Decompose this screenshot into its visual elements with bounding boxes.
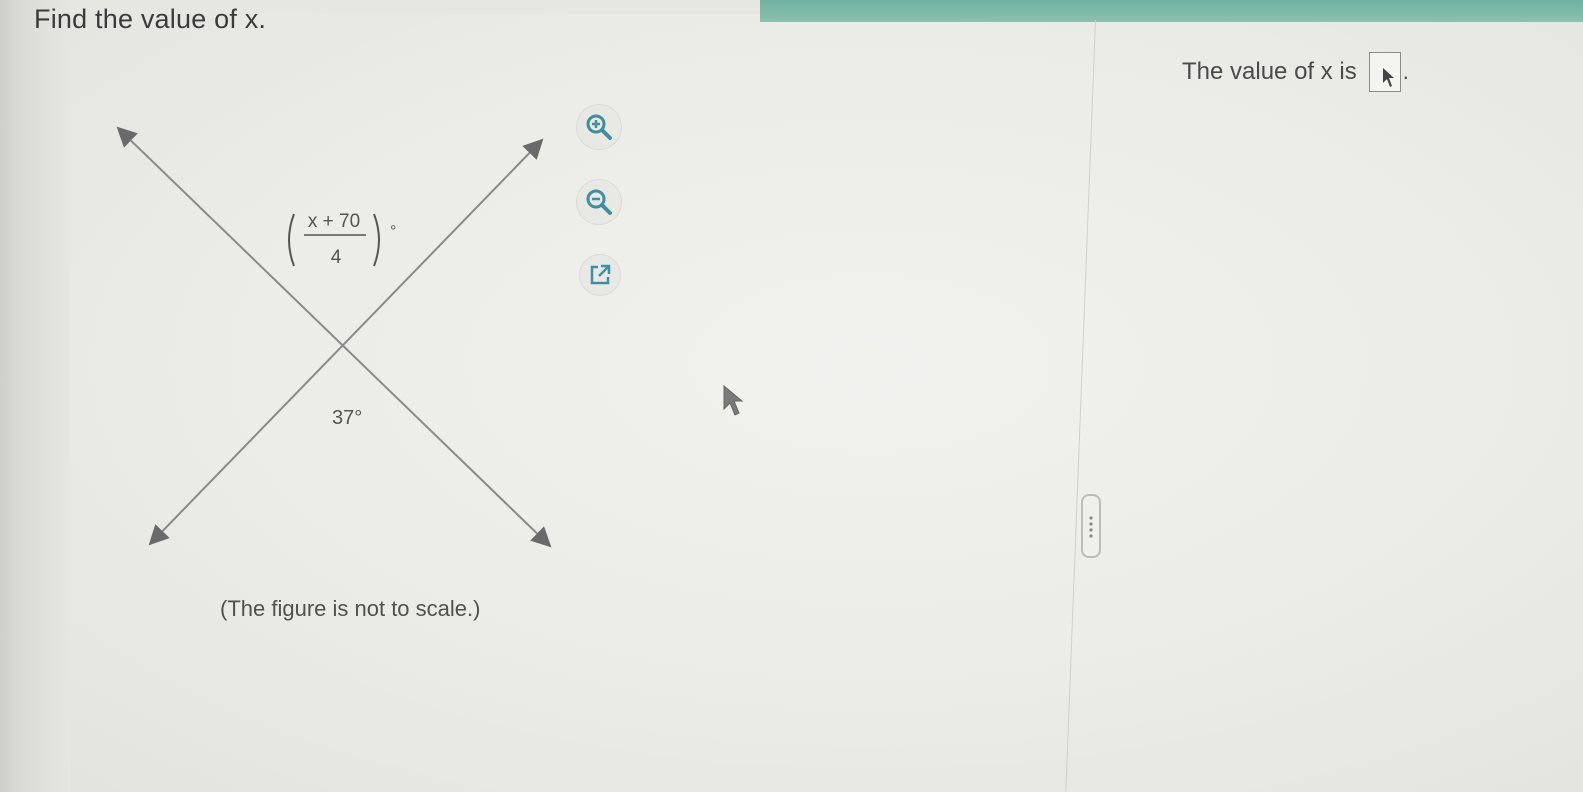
zoom-out-button[interactable] — [577, 180, 621, 224]
open-figure-new-window-button[interactable] — [580, 255, 620, 295]
intersecting-lines-figure: x + 70 4 ° 37° — [116, 126, 552, 548]
pane-resize-handle[interactable] — [1081, 494, 1101, 558]
question-prompt: Find the value of x. — [34, 4, 267, 34]
text-cursor-icon — [1382, 68, 1394, 87]
answer-input[interactable] — [1368, 52, 1401, 92]
answer-section: The value of x is . — [1182, 52, 1409, 92]
angle-degree-mark: ° — [390, 223, 396, 240]
angle-numerator: x + 70 — [308, 211, 360, 232]
left-edge-panel — [0, 0, 70, 792]
answer-period: . — [1402, 59, 1409, 84]
answer-prompt: The value of x is — [1182, 58, 1357, 85]
grip-dots-icon — [1089, 516, 1093, 538]
figure-caption: (The figure is not to scale.) — [220, 596, 481, 621]
zoom-out-icon — [586, 189, 612, 215]
angle-denominator: 4 — [331, 247, 342, 268]
line-top-right-to-bottom-left — [148, 138, 544, 546]
angle-label-bottom: 37° — [332, 407, 362, 429]
angle-label-top: x + 70 4 ° — [288, 211, 396, 268]
zoom-in-icon — [586, 114, 612, 140]
zoom-in-button[interactable] — [577, 105, 621, 149]
top-header-bar — [760, 0, 1583, 22]
external-link-icon — [590, 264, 611, 285]
mouse-cursor-icon — [723, 385, 744, 416]
line-top-left-to-bottom-right — [116, 126, 552, 548]
